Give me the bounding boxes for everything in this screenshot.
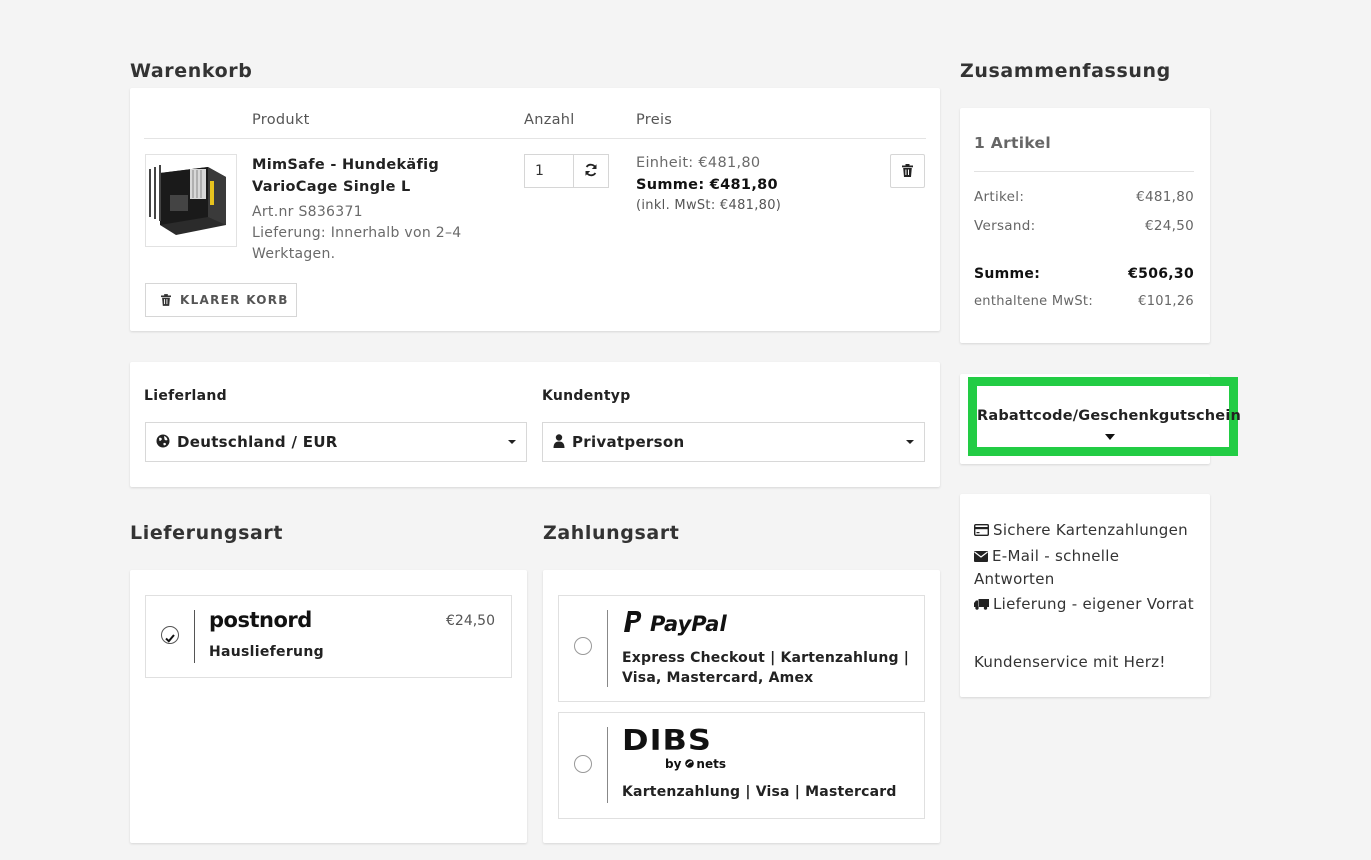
nets-icon bbox=[685, 757, 695, 771]
trust-item-text: Lieferung - eigener Vorrat bbox=[993, 595, 1194, 613]
payment-radio-paypal[interactable] bbox=[574, 637, 592, 655]
postnord-logo: postnord bbox=[209, 608, 312, 632]
cart-card: Produkt Anzahl Preis MimSafe - Hundekäfi… bbox=[130, 88, 940, 331]
trust-item-email: E-Mail - schnelle Antworten bbox=[974, 545, 1204, 590]
dibs-logo: DIBS bbox=[622, 722, 712, 758]
col-product: Produkt bbox=[252, 112, 310, 128]
summary-row-articles: Artikel: €481,80 bbox=[974, 189, 1194, 205]
article-number: Art.nr S836371 bbox=[252, 204, 363, 220]
item-sum: Summe: €481,80 bbox=[636, 177, 778, 193]
coupon-label: Rabattcode/Geschenkgutschein bbox=[977, 408, 1242, 424]
product-name[interactable]: MimSafe - Hundekäfig VarioCage Single L bbox=[252, 154, 502, 198]
dibs-description: Kartenzahlung | Visa | Mastercard bbox=[622, 784, 897, 800]
delivery-card: postnord Hauslieferung €24,50 bbox=[130, 570, 527, 843]
quantity-stepper: 1 bbox=[524, 154, 609, 188]
summary-total-value: €506,30 bbox=[1128, 266, 1194, 282]
update-quantity-button[interactable] bbox=[573, 155, 608, 187]
remove-item-button[interactable] bbox=[890, 154, 925, 188]
country-label: Lieferland bbox=[144, 388, 227, 404]
truck-icon bbox=[974, 594, 989, 616]
payment-option-dibs[interactable]: DIBS by nets Kartenzahlung | Visa | Mast… bbox=[558, 712, 925, 819]
divider bbox=[194, 610, 195, 663]
summary-total-label: Summe: bbox=[974, 266, 1041, 282]
envelope-icon bbox=[974, 546, 988, 568]
customer-type-value: Privatperson bbox=[572, 433, 685, 451]
summary-row-value: €24,50 bbox=[1144, 218, 1194, 234]
delivery-option-label: Hauslieferung bbox=[209, 644, 324, 660]
paypal-logo-text: PayPal bbox=[650, 612, 727, 636]
trust-card: Sichere Kartenzahlungen E-Mail - schnell… bbox=[960, 494, 1210, 697]
delivery-radio[interactable] bbox=[161, 626, 179, 644]
cart-heading: Warenkorb bbox=[130, 60, 253, 82]
delivery-time-line2: Werktagen. bbox=[252, 246, 336, 262]
summary-card: 1 Artikel Artikel: €481,80 Versand: €24,… bbox=[960, 108, 1210, 343]
col-quantity: Anzahl bbox=[524, 112, 575, 128]
clear-cart-button[interactable]: KLARER KORB bbox=[145, 283, 297, 317]
customer-type-label: Kundentyp bbox=[542, 388, 631, 404]
summary-count: 1 Artikel bbox=[974, 134, 1051, 152]
product-name-line2: VarioCage Single L bbox=[252, 179, 411, 195]
product-name-line1: MimSafe - Hundekäfig bbox=[252, 157, 440, 173]
country-select[interactable]: Deutschland / EUR bbox=[145, 422, 527, 462]
globe-icon bbox=[156, 433, 170, 452]
summary-row-value: €481,80 bbox=[1136, 189, 1194, 205]
dibs-by-text: by bbox=[665, 757, 682, 771]
divider bbox=[144, 138, 926, 139]
nets-text: nets bbox=[696, 757, 726, 771]
nets-logo: by nets bbox=[665, 757, 726, 771]
delivery-option-postnord[interactable]: postnord Hauslieferung €24,50 bbox=[145, 595, 512, 678]
delivery-heading: Lieferungsart bbox=[130, 522, 284, 544]
payment-card: PayPal Express Checkout | Kartenzahlung … bbox=[543, 570, 940, 843]
paypal-description-line2: Visa, Mastercard, Amex bbox=[622, 670, 814, 686]
country-value: Deutschland / EUR bbox=[177, 433, 338, 451]
check-icon bbox=[164, 629, 176, 648]
summary-total: Summe: €506,30 bbox=[974, 266, 1194, 282]
delivery-option-price: €24,50 bbox=[446, 613, 495, 629]
summary-heading: Zusammenfassung bbox=[960, 60, 1171, 82]
quantity-input[interactable]: 1 bbox=[535, 163, 544, 179]
divider bbox=[607, 610, 608, 687]
summary-vat-label: enthaltene MwSt: bbox=[974, 294, 1093, 309]
caret-down-icon bbox=[508, 440, 516, 444]
customer-type-select[interactable]: Privatperson bbox=[542, 422, 925, 462]
clear-cart-label: KLARER KORB bbox=[180, 293, 289, 307]
paypal-description-line1: Express Checkout | Kartenzahlung | bbox=[622, 650, 910, 666]
caret-down-icon bbox=[906, 440, 914, 444]
trust-item-text: E-Mail - schnelle Antworten bbox=[974, 547, 1120, 588]
paypal-description: Express Checkout | Kartenzahlung | Visa,… bbox=[622, 648, 909, 688]
summary-row-label: Artikel: bbox=[974, 189, 1025, 205]
trust-item-text: Sichere Kartenzahlungen bbox=[993, 521, 1188, 539]
summary-row-label: Versand: bbox=[974, 218, 1036, 234]
delivery-time-line1: Lieferung: Innerhalb von 2–4 bbox=[252, 225, 462, 241]
summary-vat-value: €101,26 bbox=[1138, 294, 1194, 309]
trust-tagline: Kundenservice mit Herz! bbox=[974, 653, 1166, 671]
trust-item-delivery: Lieferung - eigener Vorrat bbox=[974, 593, 1204, 616]
divider bbox=[607, 727, 608, 803]
trash-icon bbox=[902, 162, 913, 181]
product-image[interactable] bbox=[145, 154, 237, 247]
col-price: Preis bbox=[636, 112, 673, 128]
paypal-icon bbox=[622, 610, 644, 638]
user-icon bbox=[553, 433, 565, 452]
payment-option-paypal[interactable]: PayPal Express Checkout | Kartenzahlung … bbox=[558, 595, 925, 702]
coupon-toggle[interactable]: Rabattcode/Geschenkgutschein bbox=[968, 377, 1242, 456]
unit-price: Einheit: €481,80 bbox=[636, 155, 761, 171]
summary-row-shipping: Versand: €24,50 bbox=[974, 218, 1194, 234]
credit-card-icon bbox=[973, 520, 990, 542]
summary-vat: enthaltene MwSt: €101,26 bbox=[974, 294, 1194, 309]
refresh-icon bbox=[584, 162, 598, 181]
payment-radio-dibs[interactable] bbox=[574, 755, 592, 773]
paypal-logo: PayPal bbox=[622, 610, 727, 638]
caret-down-icon bbox=[1105, 434, 1115, 440]
item-vat: (inkl. MwSt: €481,80) bbox=[636, 198, 782, 213]
trust-item-cards: Sichere Kartenzahlungen bbox=[973, 519, 1204, 542]
shipping-setup-card: Lieferland Deutschland / EUR Kundentyp P… bbox=[130, 362, 940, 487]
payment-heading: Zahlungsart bbox=[543, 522, 680, 544]
trash-icon bbox=[161, 291, 171, 310]
divider bbox=[974, 171, 1194, 172]
